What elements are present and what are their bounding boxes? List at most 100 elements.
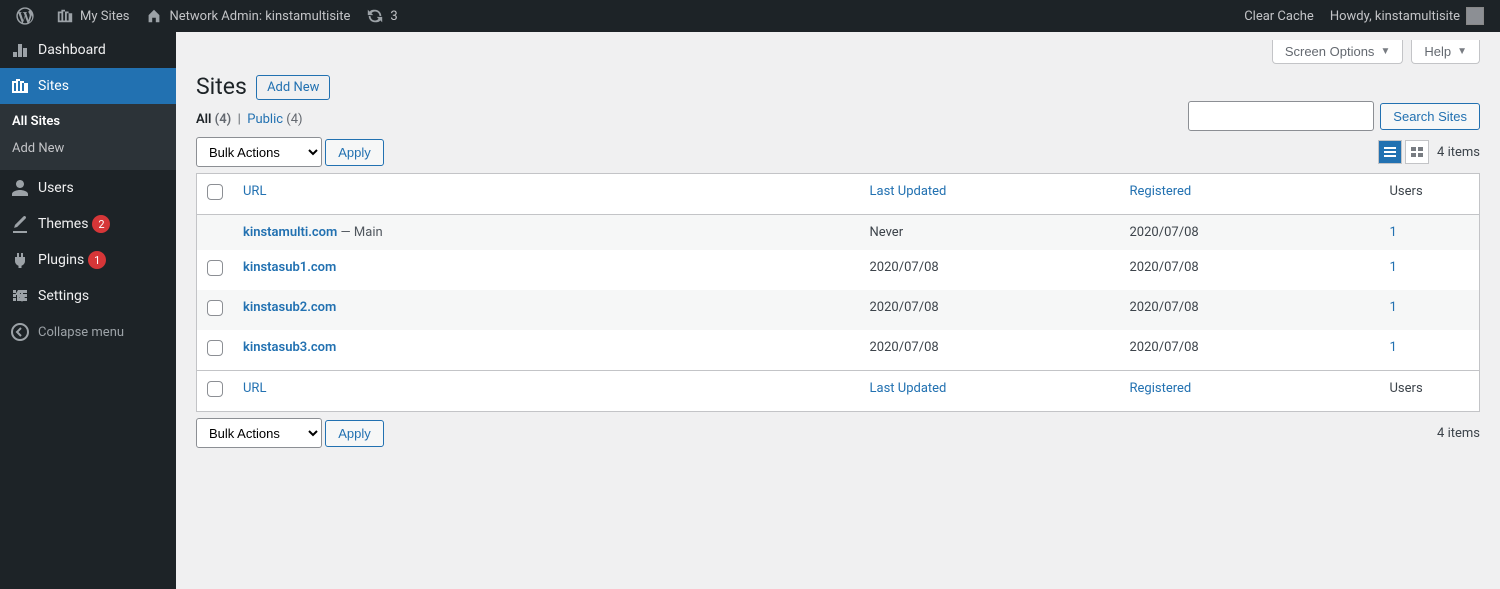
menu-themes-label: Themes [38,216,88,232]
cell-registered: 2020/07/08 [1120,290,1380,330]
plugins-badge: 1 [88,251,106,269]
view-excerpt-icon[interactable] [1405,140,1429,164]
plugins-icon [10,250,30,270]
apply-button-bottom[interactable]: Apply [325,420,384,447]
apply-button-top[interactable]: Apply [325,139,384,166]
cell-last-updated: Never [860,215,1120,251]
search-input[interactable] [1188,101,1374,131]
cell-registered: 2020/07/08 [1120,215,1380,251]
add-new-button[interactable]: Add New [256,75,330,100]
site-url-link[interactable]: kinstasub2.com [243,300,336,315]
menu-settings-label: Settings [38,288,89,304]
main-content: Screen Options▼ Help▼ Sites Add New All … [176,32,1500,589]
menu-users-label: Users [38,180,74,196]
howdy-label: Howdy, kinstamultisite [1330,9,1460,24]
howdy-link[interactable]: Howdy, kinstamultisite [1322,0,1492,32]
cell-last-updated: 2020/07/08 [860,290,1120,330]
cell-registered: 2020/07/08 [1120,330,1380,371]
tablenav-top: Bulk Actions Apply 4 items [196,137,1480,167]
col-url[interactable]: URL [243,184,266,199]
collapse-label: Collapse menu [38,325,124,340]
help-button[interactable]: Help▼ [1411,40,1480,64]
menu-sites[interactable]: Sites [0,68,176,104]
col-registered-foot[interactable]: Registered [1130,381,1192,396]
dashboard-icon [10,40,30,60]
items-count-top: 4 items [1437,145,1480,160]
cell-last-updated: 2020/07/08 [860,330,1120,371]
submenu-all-sites[interactable]: All Sites [0,108,176,135]
col-users: Users [1380,174,1480,215]
row-checkbox[interactable] [207,260,223,276]
search-box: Search Sites [1188,101,1480,131]
cell-last-updated: 2020/07/08 [860,250,1120,290]
cell-users-link[interactable]: 1 [1390,300,1397,315]
table-row: kinstasub3.com 2020/07/082020/07/08 1 [197,330,1480,371]
updates-count: 3 [390,9,397,24]
filter-public[interactable]: Public (4) [247,112,302,127]
site-suffix: — Main [337,225,382,240]
menu-settings[interactable]: Settings [0,278,176,314]
items-count-bottom: 4 items [1437,426,1480,441]
sites-table: URL Last Updated Registered Users kinsta… [196,173,1480,412]
tablenav-bottom: Bulk Actions Apply 4 items [196,418,1480,448]
my-sites-link[interactable]: My Sites [48,0,137,32]
network-admin-link[interactable]: Network Admin: kinstamultisite [137,0,358,32]
submenu-add-new[interactable]: Add New [0,135,176,162]
collapse-menu[interactable]: Collapse menu [0,314,176,350]
site-url-link[interactable]: kinstamulti.com [243,225,337,240]
bulk-actions-select-top[interactable]: Bulk Actions [196,137,322,167]
row-checkbox[interactable] [207,300,223,316]
home-icon [145,7,163,25]
filter-all[interactable]: All (4) [196,112,231,127]
page-title: Sites [196,64,247,104]
menu-plugins-label: Plugins [38,252,84,268]
avatar-icon [1466,7,1484,25]
submenu-sites: All Sites Add New [0,104,176,170]
admin-menu: Dashboard Sites All Sites Add New Users … [0,32,176,589]
sites-icon [10,76,30,96]
bulk-actions-select-bottom[interactable]: Bulk Actions [196,418,322,448]
wordpress-icon [16,7,34,25]
clear-cache-link[interactable]: Clear Cache [1236,0,1322,32]
menu-dashboard-label: Dashboard [38,42,106,58]
chevron-down-icon: ▼ [1457,46,1467,57]
col-last-updated-foot[interactable]: Last Updated [870,381,947,396]
wp-logo[interactable] [8,0,48,32]
menu-themes[interactable]: Themes 2 [0,206,176,242]
cell-users-link[interactable]: 1 [1390,260,1397,275]
col-users-foot: Users [1380,371,1480,412]
themes-icon [10,214,30,234]
updates-link[interactable]: 3 [358,0,405,32]
site-url-link[interactable]: kinstasub1.com [243,260,336,275]
menu-sites-label: Sites [38,78,69,94]
cell-registered: 2020/07/08 [1120,250,1380,290]
menu-users[interactable]: Users [0,170,176,206]
screen-options-button[interactable]: Screen Options▼ [1272,40,1404,64]
col-last-updated[interactable]: Last Updated [870,184,947,199]
view-switch [1378,140,1429,164]
search-button[interactable]: Search Sites [1380,103,1480,130]
site-url-link[interactable]: kinstasub3.com [243,340,336,355]
row-checkbox[interactable] [207,340,223,356]
chevron-down-icon: ▼ [1380,46,1390,57]
admin-bar: My Sites Network Admin: kinstamultisite … [0,0,1500,32]
my-sites-label: My Sites [80,9,129,24]
select-all-top[interactable] [207,184,223,200]
multisite-icon [56,7,74,25]
table-row: kinstamulti.com — Main Never2020/07/08 1 [197,215,1480,251]
select-all-bottom[interactable] [207,381,223,397]
settings-icon [10,286,30,306]
update-icon [366,7,384,25]
menu-dashboard[interactable]: Dashboard [0,32,176,68]
col-url-foot[interactable]: URL [243,381,266,396]
table-row: kinstasub1.com 2020/07/082020/07/08 1 [197,250,1480,290]
themes-badge: 2 [92,215,110,233]
view-list-icon[interactable] [1378,140,1402,164]
cell-users-link[interactable]: 1 [1390,340,1397,355]
menu-plugins[interactable]: Plugins 1 [0,242,176,278]
collapse-icon [10,322,30,342]
cell-users-link[interactable]: 1 [1390,225,1397,240]
network-admin-label: Network Admin: kinstamultisite [169,9,350,24]
users-icon [10,178,30,198]
col-registered[interactable]: Registered [1130,184,1192,199]
